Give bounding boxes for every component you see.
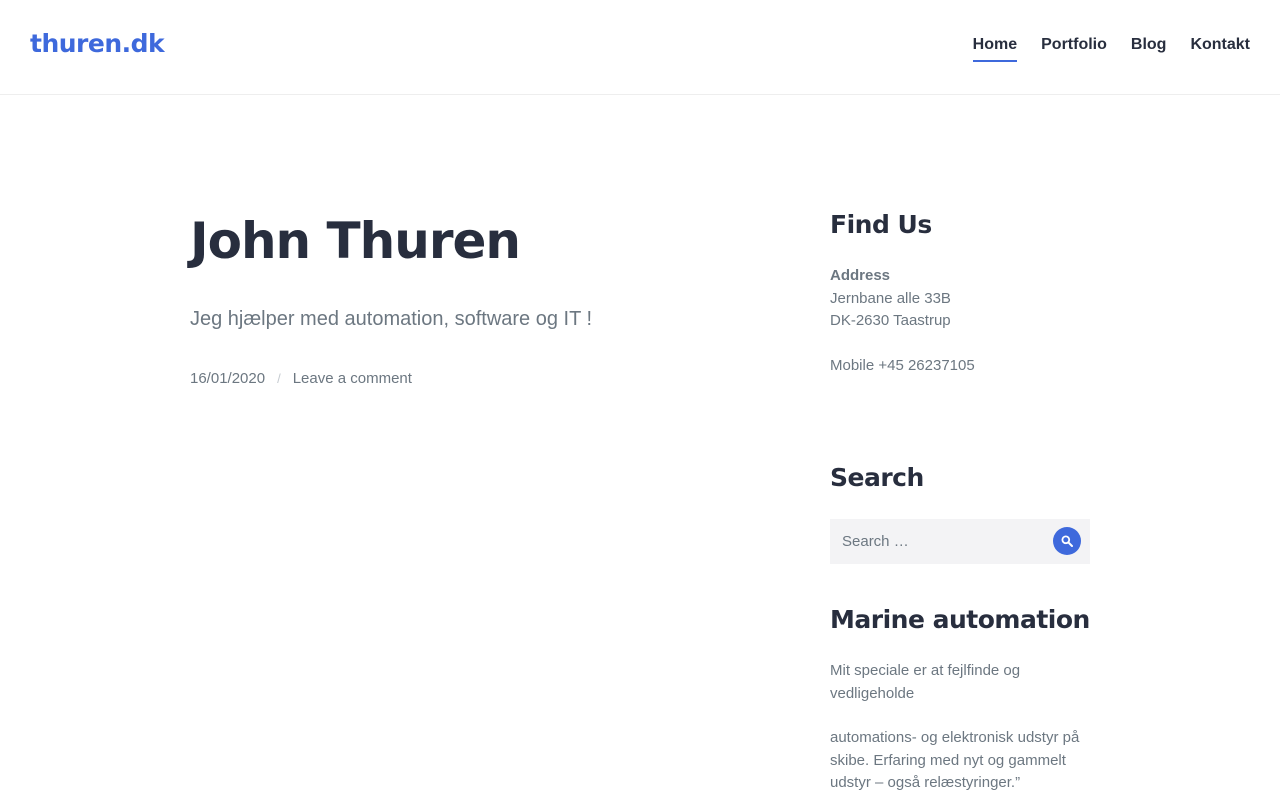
- address-line-2: DK-2630 Taastrup: [830, 312, 951, 329]
- leave-comment-link[interactable]: Leave a comment: [293, 370, 412, 387]
- search-icon: [1061, 535, 1073, 547]
- nav-item-kontakt[interactable]: Kontakt: [1190, 36, 1250, 62]
- site-logo[interactable]: thuren.dk: [30, 29, 165, 58]
- search-title: Search: [830, 463, 924, 492]
- search-form: [830, 519, 1090, 564]
- nav-item-blog[interactable]: Blog: [1131, 36, 1167, 62]
- address-line-1: Jernbane alle 33B: [830, 289, 951, 307]
- find-us-title: Find Us: [830, 210, 932, 239]
- search-input[interactable]: [830, 519, 1045, 564]
- nav-item-home[interactable]: Home: [972, 36, 1018, 62]
- marine-paragraph-1: Mit speciale er at fejlfinde og vedligeh…: [830, 662, 1021, 702]
- main-nav: Home Portfolio Blog Kontakt: [972, 36, 1250, 62]
- search-submit-button[interactable]: [1053, 527, 1081, 555]
- post-date-link[interactable]: 16/01/2020: [190, 370, 265, 387]
- site-header: thuren.dk Home Portfolio Blog Kontakt: [0, 0, 1280, 95]
- address-label: Address: [830, 267, 891, 284]
- nav-item-portfolio[interactable]: Portfolio: [1041, 36, 1107, 62]
- page-title: John Thuren: [190, 212, 521, 270]
- mobile-number: Mobile +45 26237105: [830, 357, 975, 374]
- address-block: Address Jernbane alle 33B DK-2630 Taastr…: [830, 265, 1090, 333]
- marine-automation-title: Marine automation: [830, 605, 1090, 634]
- post-meta: 16/01/2020 / Leave a comment: [190, 370, 412, 387]
- page-tagline: Jeg hjælper med automation, software og …: [190, 308, 593, 330]
- marine-paragraph-2: automations- og elektronisk udstyr på sk…: [830, 729, 1080, 791]
- meta-separator: /: [277, 371, 281, 386]
